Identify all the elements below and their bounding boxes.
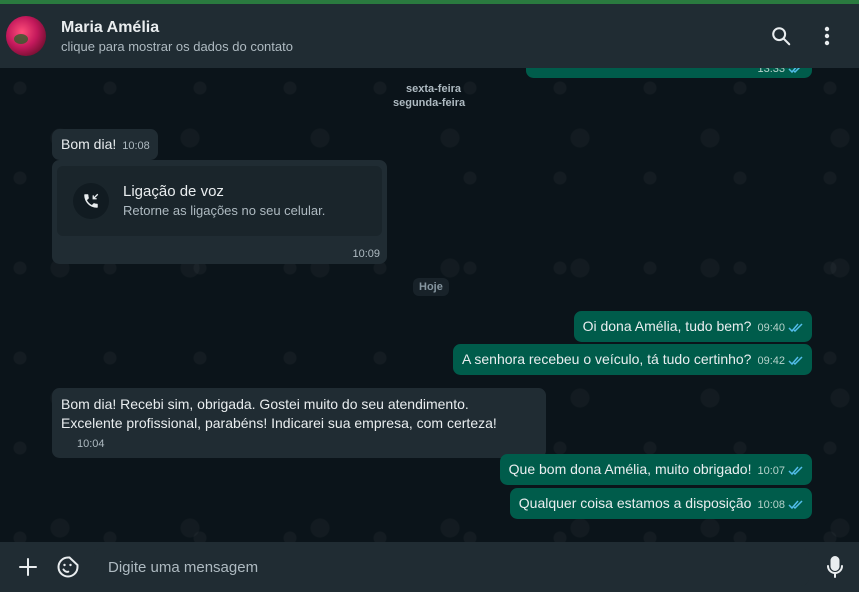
double-check-icon [788,498,804,513]
message-incoming[interactable]: Bom dia! 10:08 [52,129,158,160]
contact-subtitle: clique para mostrar os dados do contato [61,38,293,54]
message-time: 10:08 [757,499,785,511]
message-time: 10:09 [352,248,380,260]
double-check-icon [788,68,804,77]
date-label-sexta: sexta-feira [406,83,462,95]
attach-button[interactable] [12,551,44,583]
message-input[interactable] [94,548,809,586]
voice-record-button[interactable] [819,551,851,583]
voice-call-info[interactable]: Ligação de voz Retorne as ligações no se… [57,166,382,236]
message-time: 09:42 [757,355,785,367]
message-time: 10:07 [757,465,785,477]
voice-call-texts: Ligação de voz Retorne as ligações no se… [123,182,325,220]
message-text: Bom dia! [61,136,117,152]
message-outgoing[interactable]: Qualquer coisa estamos a disposição 10:08 [509,488,812,519]
message-text: Qualquer coisa estamos a disposição [518,495,752,511]
message-text: A senhora recebeu o veículo, tá tudo cer… [461,351,752,367]
missed-call-icon [73,183,109,219]
message-time: 10:08 [122,140,150,152]
chat-area[interactable]: 13:33 sexta-feira segunda-feira Bom dia!… [0,68,859,542]
message-text: Que bom dona Amélia, muito obrigado! [508,461,752,477]
search-icon [772,27,791,46]
message-time: 09:40 [757,322,785,334]
message-time: 10:04 [77,438,105,450]
date-label-segunda: segunda-feira [393,97,466,109]
contact-avatar[interactable] [6,16,46,56]
contact-info[interactable]: Maria Amélia clique para mostrar os dado… [61,17,755,56]
double-check-icon [788,464,804,479]
sticker-icon [57,556,79,578]
menu-dots-icon [824,26,830,46]
plus-icon [19,558,37,576]
message-outgoing-partial[interactable]: 13:33 [526,68,812,78]
contact-name: Maria Amélia [61,18,160,36]
date-label-hoje: Hoje [413,278,449,296]
chat-header[interactable]: Maria Amélia clique para mostrar os dado… [0,4,859,68]
voice-call-subtitle: Retorne as ligações no seu celular. [123,203,326,218]
message-time: 13:33 [757,68,785,75]
message-text-line-1: Bom dia! Recebi sim, obrigada. Gostei mu… [61,396,469,412]
voice-call-title: Ligação de voz [123,183,224,200]
message-text-line-2: Excelente profissional, parabéns! Indica… [61,415,497,431]
message-outgoing[interactable]: A senhora recebeu o veículo, tá tudo cer… [452,344,812,375]
double-check-icon [788,354,804,369]
double-check-icon [788,321,804,336]
search-button[interactable] [761,16,801,56]
message-text: Oi dona Amélia, tudo bem? [582,318,752,334]
sticker-button[interactable] [52,551,84,583]
microphone-icon [827,556,843,578]
message-incoming[interactable]: Bom dia! Recebi sim, obrigada. Gostei mu… [52,388,546,458]
menu-button[interactable] [807,16,847,56]
message-outgoing[interactable]: Oi dona Amélia, tudo bem? 09:40 [573,311,812,342]
voice-call-card[interactable]: Ligação de voz Retorne as ligações no se… [52,160,387,264]
message-outgoing[interactable]: Que bom dona Amélia, muito obrigado! 10:0… [499,454,812,485]
message-composer [0,542,859,592]
message-text-line-2-wrap: Excelente profissional, parabéns! Indica… [61,414,538,452]
